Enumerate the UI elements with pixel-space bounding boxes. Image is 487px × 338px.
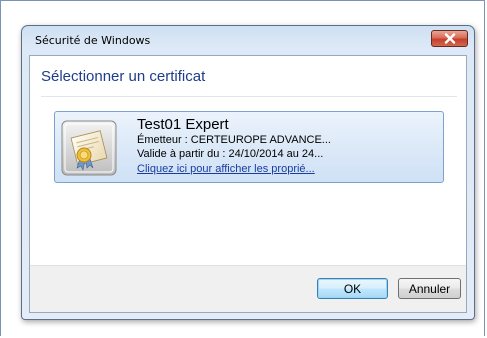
cancel-button[interactable]: Annuler <box>398 278 461 299</box>
dialog-content: Sélectionner un certificat Test01 Expert… <box>29 55 467 313</box>
ok-button[interactable]: OK <box>317 278 388 299</box>
button-bar: OK Annuler <box>30 265 466 312</box>
close-icon <box>444 33 455 44</box>
certificate-list-item[interactable]: Test01 Expert Émetteur : CERTEUROPE ADVA… <box>54 111 444 183</box>
certificate-validity: Valide à partir du : 24/10/2014 au 24... <box>137 148 324 160</box>
certificate-issuer: Émetteur : CERTEUROPE ADVANCE... <box>137 134 331 146</box>
heading-divider <box>41 96 457 97</box>
dialog-heading: Sélectionner un certificat <box>41 68 206 85</box>
close-button[interactable] <box>431 30 468 47</box>
title-bar[interactable]: Sécurité de Windows <box>22 26 474 54</box>
certificate-properties-link[interactable]: Cliquez ici pour afficher les proprié... <box>137 163 315 175</box>
certificate-name: Test01 Expert <box>137 116 229 133</box>
security-dialog: Sécurité de Windows Sélectionner un cert… <box>21 25 475 320</box>
certificate-icon <box>61 120 117 176</box>
window-title: Sécurité de Windows <box>35 34 151 47</box>
